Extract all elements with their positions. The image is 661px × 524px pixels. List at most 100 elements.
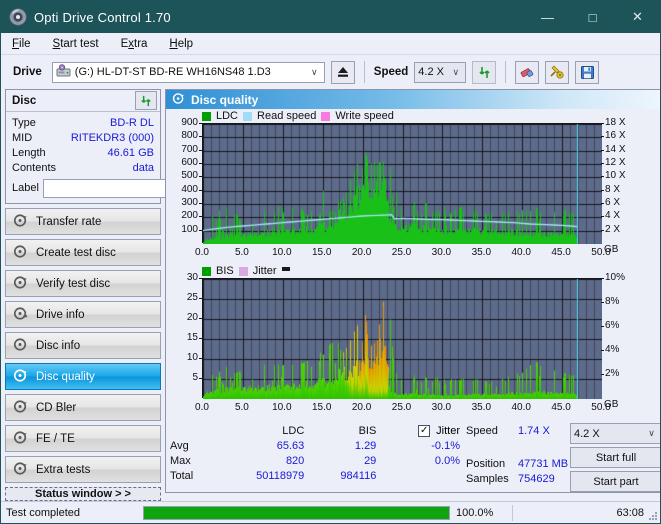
y2-tick-label: 2% <box>605 368 620 379</box>
stats-row-avg-bis: 1.29 <box>354 439 377 452</box>
sidebar-item-label: FE / TE <box>36 432 75 445</box>
stats-row-avg-ldc: 65.63 <box>276 439 305 452</box>
x-tick-label: 30.0 <box>431 402 452 413</box>
y2-tick <box>601 350 604 351</box>
menu-file[interactable]: File <box>9 36 34 52</box>
drive-select[interactable]: (G:) HL-DT-ST BD-RE WH16NS48 1.D3 ∨ <box>51 61 325 83</box>
bis-x-unit: GB <box>604 399 619 410</box>
stats-row-avg: Avg 65.63 1.29 -0.1% <box>170 438 466 453</box>
toolbar-separator-2 <box>505 61 507 83</box>
x-tick-label: 25.0 <box>391 402 412 413</box>
maximize-button[interactable]: □ <box>570 1 615 33</box>
y-tick <box>199 176 202 178</box>
sidebar-item-cd-bler[interactable]: CD Bler <box>5 394 161 421</box>
jitter-checkbox[interactable]: ✓ <box>418 424 431 437</box>
stats-row-max: Max 820 29 0.0% <box>170 453 466 468</box>
x-tick-label: 5.0 <box>234 402 249 413</box>
stats-row-max-ldc: 820 <box>285 454 305 467</box>
disc-row-type: Type BD-R DL <box>12 115 154 130</box>
test-speed-value: 4.2 X <box>574 427 600 440</box>
toolbar-separator-1 <box>363 61 365 83</box>
eject-button[interactable] <box>330 60 355 84</box>
menu-help[interactable]: Help <box>166 36 196 52</box>
sidebar-item-label: Verify test disc <box>36 277 111 290</box>
fe-te-icon <box>13 430 28 448</box>
start-part-button[interactable]: Start part <box>570 471 660 492</box>
y-tick <box>199 378 202 379</box>
status-bar: Test completed 100.0% 63:08 <box>1 501 660 523</box>
disc-refresh-button[interactable] <box>135 91 157 110</box>
ldc-plot-area[interactable] <box>202 123 602 244</box>
save-button[interactable] <box>575 60 600 84</box>
sidebar-item-disc-quality[interactable]: Disc quality <box>5 363 161 390</box>
y-tick <box>199 123 202 124</box>
stats-row-total-label: Total <box>170 469 194 482</box>
minimize-button[interactable]: — <box>525 1 570 33</box>
bis-plot-area[interactable] <box>202 278 602 399</box>
y2-tick <box>601 189 604 191</box>
sidebar-item-disc-info[interactable]: Disc info <box>5 332 161 359</box>
sidebar-item-transfer-rate[interactable]: Transfer rate <box>5 208 161 235</box>
disc-label-row: Label <box>12 177 213 199</box>
disc-info-panel: Disc Type BD-R DL MID RITEKDR3 (000) Len… <box>5 89 213 204</box>
test-controls: Speed 1.74 X Position 47731 MB Samples 7… <box>466 423 660 492</box>
sidebar-item-label: Extra tests <box>36 463 91 476</box>
speed-label: Speed <box>373 66 409 78</box>
test-speed-select[interactable]: 4.2 X ∨ <box>570 423 660 444</box>
refresh-icon <box>479 66 490 78</box>
y-tick-label: 600 <box>181 157 198 168</box>
y-tick-label: 500 <box>181 170 198 182</box>
y-tick-label: 900 <box>181 117 198 128</box>
close-button[interactable]: ✕ <box>615 1 660 33</box>
progress-bar-fill <box>144 506 449 519</box>
y-tick <box>199 216 202 218</box>
y2-tick-label: 10 X <box>605 170 626 182</box>
extra-tests-icon <box>13 461 28 479</box>
y-tick-label: 10 <box>186 352 198 363</box>
status-window-button[interactable]: Status window > > <box>5 487 161 501</box>
y2-tick <box>601 278 604 279</box>
ldc-legend: LDC Read speed Write speed <box>202 110 394 122</box>
start-full-button[interactable]: Start full <box>570 447 660 468</box>
chevron-down-icon: ∨ <box>648 428 655 438</box>
error-statistics: LDC BIS ✓ Jitter Avg 65.63 1.29 -0.1% Ma… <box>166 423 466 492</box>
y-tick <box>199 278 202 279</box>
menu-start-test[interactable]: Start test <box>50 36 102 52</box>
y-tick-label: 100 <box>181 223 198 235</box>
refresh-button[interactable] <box>472 60 497 84</box>
disc-row-mid-key: MID <box>12 131 33 144</box>
sidebar-item-create-test-disc[interactable]: Create test disc <box>5 239 161 266</box>
y2-tick <box>601 229 604 231</box>
sidebar-item-extra-tests[interactable]: Extra tests <box>5 456 161 483</box>
tools-button[interactable] <box>545 60 570 84</box>
stats-row-avg-jitter: -0.1% <box>431 439 460 452</box>
x-tick-label: 10.0 <box>272 247 292 258</box>
x-tick-label: 20.0 <box>351 247 372 258</box>
test-buttons: 4.2 X ∨ Start full Start part <box>570 423 660 492</box>
x-tick-label: 10.0 <box>272 402 292 413</box>
x-tick-label: 45.0 <box>551 247 571 258</box>
readout-position-label: Position <box>466 457 506 470</box>
title-bar: Opti Drive Control 1.70 — □ ✕ <box>1 1 660 33</box>
menu-extra[interactable]: Extra <box>118 36 151 52</box>
speed-select[interactable]: 4.2 X ∨ <box>414 61 467 83</box>
sidebar-item-drive-info[interactable]: Drive info <box>5 301 161 328</box>
readout-samples: Samples 754629 <box>466 471 570 486</box>
erase-button[interactable] <box>515 60 540 84</box>
eraser-icon <box>521 68 534 78</box>
menu-start-test-rest: tart test <box>60 37 99 50</box>
jitter-header: ✓ Jitter <box>376 424 466 437</box>
main-toolbar: Drive (G:) HL-DT-ST BD-RE WH16NS48 1.D3 … <box>1 55 660 89</box>
legend-swatch-ldc <box>202 111 211 121</box>
stats-col-bis: BIS <box>358 424 377 437</box>
resize-grip[interactable] <box>647 510 657 520</box>
statistics-panel: LDC BIS ✓ Jitter Avg 65.63 1.29 -0.1% Ma… <box>166 417 660 492</box>
x-tick-label: 25.0 <box>391 247 412 258</box>
legend-swatch-read-speed <box>243 111 253 121</box>
disc-verify-icon <box>13 275 28 293</box>
x-tick-label: 15.0 <box>311 402 332 413</box>
stats-row-total: Total 50118979 984116 <box>170 468 466 483</box>
sidebar-item-verify-test-disc[interactable]: Verify test disc <box>5 270 161 297</box>
y-tick-label: 25 <box>186 292 198 303</box>
sidebar-item-fe-te[interactable]: FE / TE <box>5 425 161 452</box>
